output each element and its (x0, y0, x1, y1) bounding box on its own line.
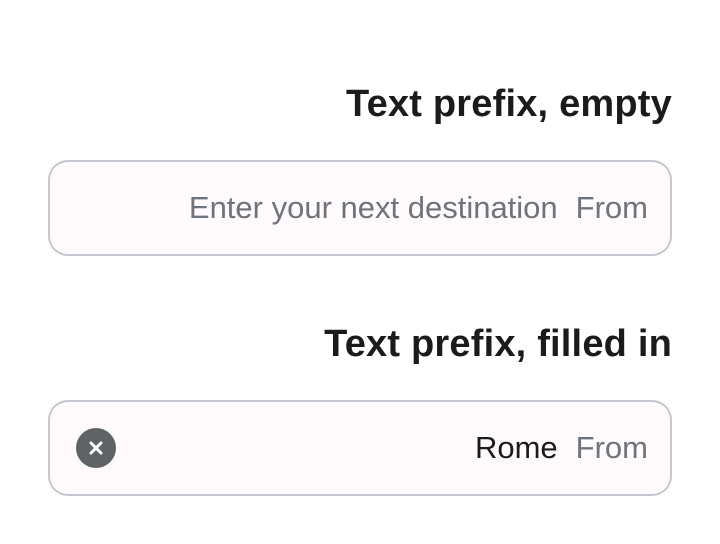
text-prefix-filled-section: Text prefix, filled in Rome From (48, 318, 672, 496)
clear-button[interactable] (76, 428, 116, 468)
clear-circle-icon (89, 441, 103, 455)
destination-input[interactable]: Enter your next destination From (48, 160, 672, 256)
input-value: Rome (474, 430, 558, 465)
destination-input[interactable]: Rome From (48, 400, 672, 496)
text-prefix-empty-section: Text prefix, empty Enter your next desti… (48, 78, 672, 256)
placeholder-text: Enter your next destination (188, 190, 558, 225)
input-prefix: From (575, 190, 648, 225)
section-title: Text prefix, empty (346, 83, 672, 125)
input-prefix: From (575, 430, 648, 465)
section-title: Text prefix, filled in (324, 323, 672, 365)
